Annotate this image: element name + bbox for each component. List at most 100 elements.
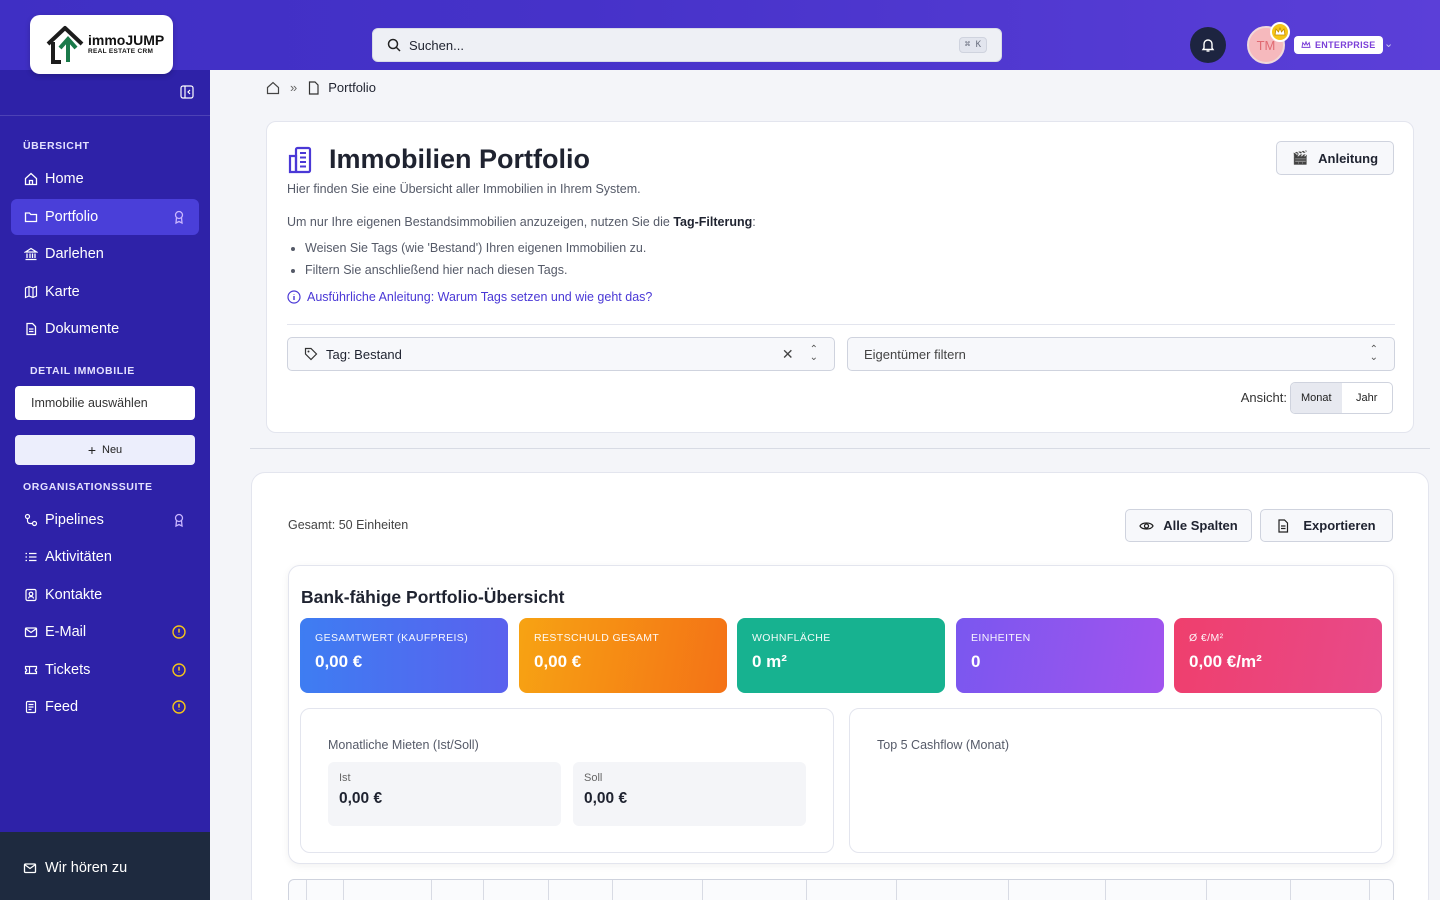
sidebar-divider (0, 115, 210, 116)
kpi-living-area: WOHNFLÄCHE 0 m² (737, 618, 945, 693)
search-input[interactable]: Suchen... ⌘ K (372, 28, 1002, 62)
brand-name: immoJUMP (88, 32, 165, 49)
sidebar-item-dokumente[interactable]: Dokumente (11, 311, 199, 347)
guide-button-label: Anleitung (1318, 150, 1379, 166)
search-icon (387, 38, 401, 52)
view-month-button[interactable]: Monat (1291, 383, 1342, 413)
sidebar-item-label: Tickets (45, 662, 91, 678)
property-select[interactable]: Immobilie auswählen (15, 386, 195, 420)
award-icon (171, 209, 187, 225)
crown-icon (1270, 22, 1290, 42)
sidebar-item-label: Dokumente (45, 321, 120, 337)
chevron-down-icon[interactable]: ⌄ (1384, 37, 1393, 50)
feedback-link[interactable]: Wir hören zu (23, 860, 127, 876)
tag-filter-value: Tag: Bestand (326, 346, 402, 362)
plan-badge[interactable]: ENTERPRISE (1294, 36, 1383, 54)
sidebar-item-aktivitaeten[interactable]: Aktivitäten (11, 539, 199, 575)
mail-icon (23, 863, 37, 874)
sidebar-item-feed[interactable]: Feed (11, 689, 199, 725)
search-shortcut: ⌘ K (958, 37, 987, 53)
export-button[interactable]: Exportieren (1260, 509, 1393, 542)
chevron-up-down-icon: ⌃ ⌄ (1369, 344, 1378, 363)
mail-icon (23, 624, 39, 640)
breadcrumb-current[interactable]: Portfolio (328, 80, 376, 95)
search-placeholder: Suchen... (409, 37, 464, 53)
divider (250, 448, 1430, 449)
clapperboard-icon: 🎬 (1291, 150, 1309, 165)
sidebar-item-home[interactable]: Home (11, 161, 199, 197)
kpi-units: EINHEITEN 0 (956, 618, 1164, 693)
plus-icon: + (87, 442, 96, 458)
pipeline-icon (23, 512, 39, 528)
section-org: ORGANISATIONSSUITE (23, 481, 153, 493)
building-icon (288, 146, 312, 173)
cashflow-card: Top 5 Cashflow (Monat) (849, 708, 1382, 853)
rent-actual: Ist 0,00 € (328, 762, 561, 826)
sidebar-item-portfolio[interactable]: Portfolio (11, 199, 199, 235)
sidebar-item-label: E-Mail (45, 624, 87, 640)
document-icon (1278, 518, 1289, 533)
plan-label: ENTERPRISE (1315, 40, 1376, 50)
sidebar-item-darlehen[interactable]: Darlehen (11, 236, 199, 272)
sidebar-item-kontakte[interactable]: Kontakte (11, 577, 199, 613)
tag-filter-intro: Um nur Ihre eigenen Bestandsimmobilien a… (287, 215, 756, 229)
new-property-button[interactable]: + Neu (15, 435, 195, 465)
sidebar-item-karte[interactable]: Karte (11, 274, 199, 310)
monthly-rent-title: Monatliche Mieten (Ist/Soll) (328, 738, 479, 752)
home-icon (23, 171, 39, 187)
sidebar-item-label: Karte (45, 284, 80, 300)
owner-filter-select[interactable]: Eigentümer filtern ⌃ ⌄ (847, 337, 1395, 371)
help-link[interactable]: Ausführliche Anleitung: Warum Tags setze… (287, 290, 652, 304)
crown-icon (1301, 41, 1311, 48)
divider (287, 324, 1395, 325)
alert-icon (171, 699, 187, 715)
sidebar-item-email[interactable]: E-Mail (11, 614, 199, 650)
sidebar-item-label: Aktivitäten (45, 549, 112, 565)
bank-icon (23, 246, 39, 262)
sidebar-item-pipelines[interactable]: Pipelines (11, 502, 199, 538)
list-icon (23, 549, 39, 565)
view-year-button[interactable]: Jahr (1342, 383, 1393, 413)
bell-icon (1201, 39, 1215, 52)
portfolio-table-header (288, 879, 1394, 900)
columns-button-label: Alle Spalten (1163, 518, 1238, 533)
section-overview: ÜBERSICHT (23, 140, 90, 152)
brand-logo[interactable]: immoJUMP REAL ESTATE CRM (30, 15, 173, 74)
collapse-sidebar-icon[interactable] (180, 85, 194, 99)
view-label: Ansicht: (1240, 390, 1287, 405)
chevron-up-down-icon: ⌃ ⌄ (809, 344, 818, 363)
cashflow-title: Top 5 Cashflow (Monat) (877, 738, 1010, 752)
tag-icon (304, 347, 318, 361)
monthly-rent-card: Monatliche Mieten (Ist/Soll) Ist 0,00 € S… (300, 708, 834, 853)
section-detail: DETAIL IMMOBILIE (30, 365, 135, 377)
notifications-button[interactable] (1190, 27, 1226, 63)
tag-filter-select[interactable]: Tag: Bestand ✕ ⌃ ⌄ (287, 337, 835, 371)
kpi-price-per-sqm: Ø €/M² 0,00 €/m² (1174, 618, 1382, 693)
sidebar-item-label: Kontakte (45, 587, 103, 603)
ticket-icon (23, 662, 39, 678)
document-icon (309, 80, 319, 95)
contact-icon (23, 587, 39, 603)
sidebar-item-tickets[interactable]: Tickets (11, 652, 199, 688)
sidebar-item-label: Home (45, 171, 84, 187)
list-item: Weisen Sie Tags (wie 'Bestand') Ihren ei… (305, 241, 646, 255)
eye-icon (1139, 521, 1155, 530)
home-icon[interactable] (266, 81, 280, 95)
clear-icon[interactable]: ✕ (782, 346, 794, 363)
info-icon (287, 290, 301, 304)
alert-icon (171, 662, 187, 678)
tag-instructions: Weisen Sie Tags (wie 'Bestand') Ihren ei… (305, 241, 646, 285)
guide-button[interactable]: 🎬 Anleitung (1276, 141, 1394, 175)
columns-button[interactable]: Alle Spalten (1125, 509, 1252, 542)
rent-target: Soll 0,00 € (573, 762, 806, 826)
sidebar-item-label: Pipelines (45, 512, 104, 528)
portfolio-overview: Bank-fähige Portfolio-Übersicht GESAMTWE… (288, 565, 1394, 864)
feedback-label: Wir hören zu (45, 860, 128, 876)
new-button-label: Neu (102, 444, 123, 456)
owner-filter-placeholder: Eigentümer filtern (864, 346, 966, 362)
house-logo-icon (44, 24, 86, 66)
award-icon (171, 512, 187, 528)
page-title: Immobilien Portfolio (329, 144, 590, 174)
sidebar: ÜBERSICHT Home Portfolio Darlehen Karte … (0, 70, 210, 900)
feed-icon (23, 699, 39, 715)
